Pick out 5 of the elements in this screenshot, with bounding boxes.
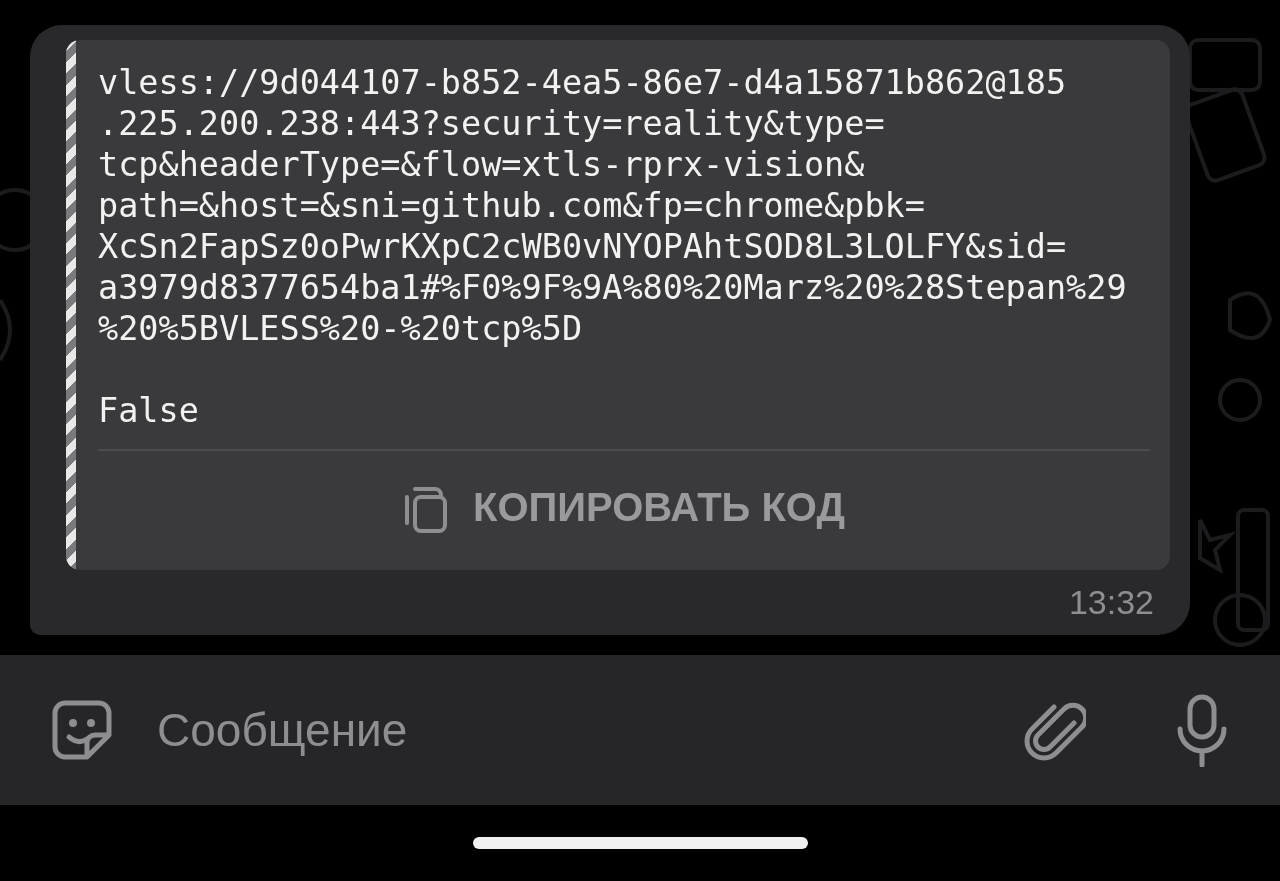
code-text: vless://9d044107-b852-4ea5-86e7-d4a15871b862@185 .225.200.238:443?security=reality&type= tcp&headerType=&flow=xtls-rprx-vision& path=&host=&sni=github.com&fp=chrome&pbk= XcSn2FapSz0oPwrKXpC2cWB0vNYOPAhtSOD8L3LOLFY&sid= a3979d8377654ba1#%F0%9F%9A%80%20Marz%20%28Stepan%29 %20%5BVLESS%20-%20tcp%5D	[98, 62, 1128, 349]
message-time: 13:32	[1068, 583, 1154, 622]
message-input[interactable]: Сообщение	[155, 699, 1020, 761]
code-output: False	[98, 390, 199, 431]
copy-code-button[interactable]: КОПИРОВАТЬ КОД	[98, 451, 1150, 570]
